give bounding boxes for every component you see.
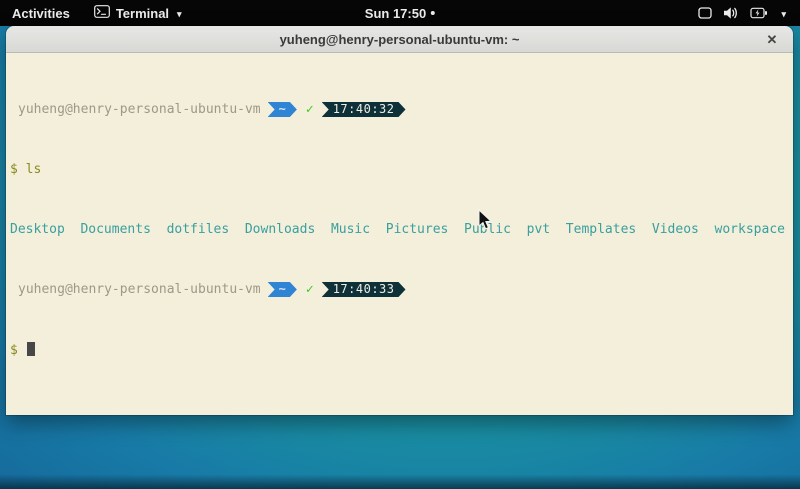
- mouse-cursor: [478, 209, 494, 231]
- app-menu-label: Terminal: [116, 6, 169, 21]
- check-icon: ✓: [306, 282, 314, 297]
- dir-entry: Music: [331, 222, 370, 237]
- terminal-window: yuheng@henry-personal-ubuntu-vm: ~ ✕ yuh…: [6, 26, 793, 415]
- clock-button[interactable]: Sun 17:50: [365, 0, 435, 26]
- window-titlebar[interactable]: yuheng@henry-personal-ubuntu-vm: ~ ✕: [6, 26, 793, 53]
- dir-entry: dotfiles: [167, 222, 230, 237]
- clock-label: Sun 17:50: [365, 6, 426, 21]
- terminal-content[interactable]: yuheng@henry-personal-ubuntu-vm ~ ✓ 17:4…: [6, 53, 793, 415]
- file-listing: Desktop Documents dotfiles Downloads Mus…: [10, 222, 789, 237]
- dir-entry: Templates: [566, 222, 636, 237]
- check-icon: ✓: [306, 102, 314, 117]
- top-bar: Activities Terminal ▾ Sun 17:50: [0, 0, 800, 26]
- dir-entry: Downloads: [245, 222, 315, 237]
- prompt-line-2: yuheng@henry-personal-ubuntu-vm ~ ✓ 17:4…: [10, 282, 789, 297]
- dir-entry: Pictures: [386, 222, 449, 237]
- screen-icon: [698, 7, 712, 19]
- desktop: Activities Terminal ▾ Sun 17:50: [0, 0, 800, 489]
- prompt-user: yuheng@henry-personal-ubuntu-vm: [18, 282, 261, 297]
- command-text: ls: [26, 162, 42, 177]
- command-line: $ ls: [10, 162, 789, 177]
- notification-dot: [431, 11, 435, 15]
- prompt-sigil: $: [10, 343, 18, 358]
- terminal-icon: [94, 5, 110, 21]
- prompt-sigil: $: [10, 162, 18, 177]
- prompt-time-segment: 17:40:33: [322, 282, 406, 297]
- window-title: yuheng@henry-personal-ubuntu-vm: ~: [280, 32, 520, 47]
- battery-charging-icon: [750, 7, 768, 19]
- activities-button[interactable]: Activities: [0, 0, 82, 26]
- dir-entry: Desktop: [10, 222, 65, 237]
- dir-entry: Videos: [652, 222, 699, 237]
- prompt-user: yuheng@henry-personal-ubuntu-vm: [18, 102, 261, 117]
- prompt-dir-segment: ~: [268, 282, 297, 297]
- input-line: $: [10, 342, 789, 357]
- dir-entry: Documents: [80, 222, 150, 237]
- chevron-down-icon: ▾: [781, 9, 786, 20]
- prompt-line-1: yuheng@henry-personal-ubuntu-vm ~ ✓ 17:4…: [10, 102, 789, 117]
- dir-entry: workspace: [715, 222, 785, 237]
- chevron-down-icon: ▾: [177, 9, 182, 20]
- terminal-cursor: [27, 342, 35, 356]
- app-menu[interactable]: Terminal ▾: [82, 0, 194, 26]
- dir-entry: pvt: [527, 222, 550, 237]
- prompt-time-segment: 17:40:32: [322, 102, 406, 117]
- volume-icon: [723, 6, 739, 20]
- close-button[interactable]: ✕: [759, 26, 785, 52]
- prompt-dir-segment: ~: [268, 102, 297, 117]
- system-tray[interactable]: ▾: [684, 0, 800, 26]
